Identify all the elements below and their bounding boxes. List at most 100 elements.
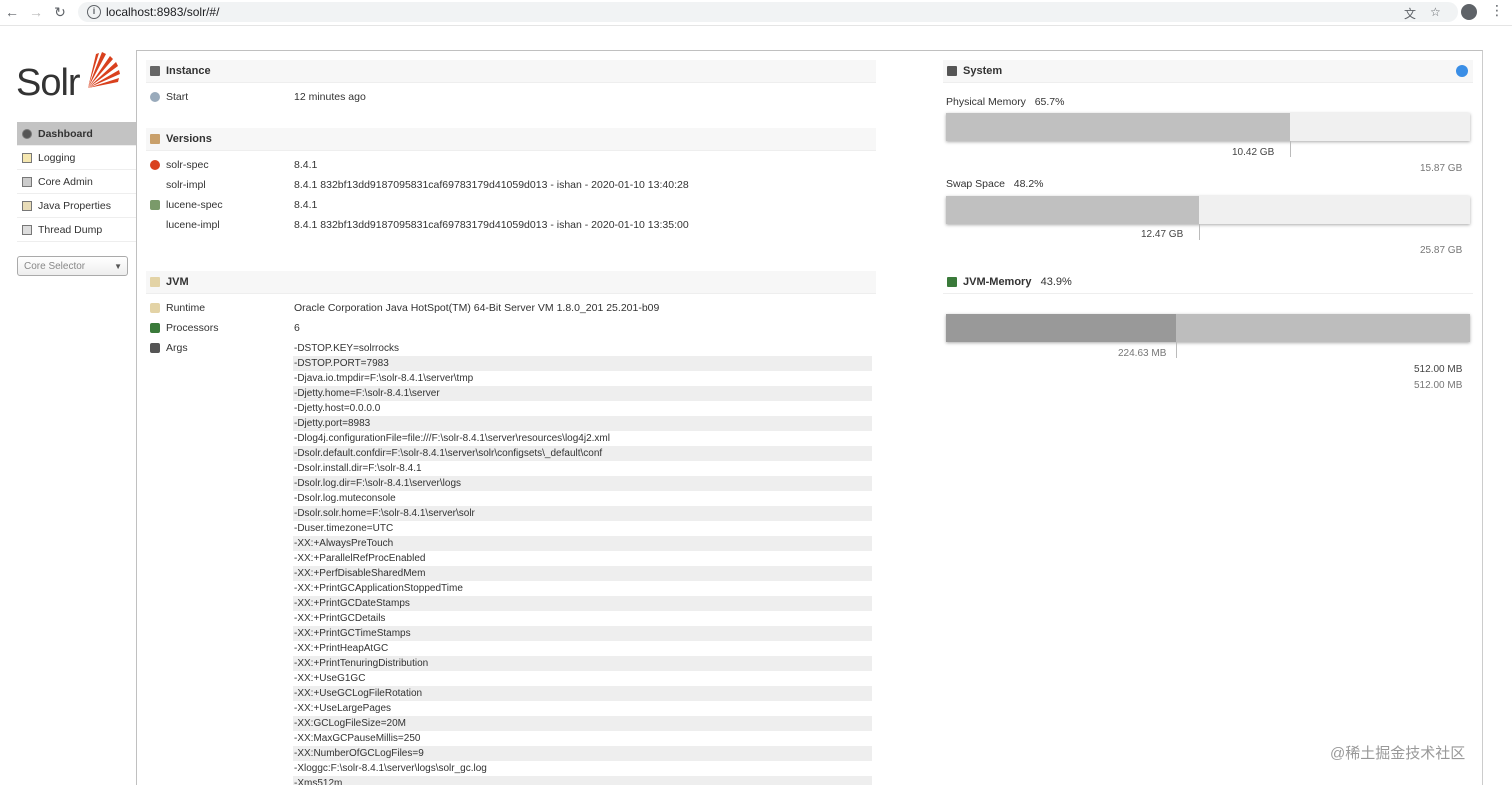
jvm-arg: -Djetty.port=8983 <box>293 416 872 431</box>
jvm-arg: -DSTOP.KEY=solrrocks <box>294 343 399 354</box>
jvm-arg: -Djava.io.tmpdir=F:\solr-8.4.1\server\tm… <box>294 373 474 384</box>
swap-space-used: 12.47 GB <box>1141 229 1184 240</box>
log-icon <box>22 152 32 163</box>
monitor-icon <box>947 66 957 76</box>
sidebar-nav: Dashboard Logging Core Admin Java Proper… <box>17 122 136 242</box>
jvm-arg: -Duser.timezone=UTC <box>294 523 394 534</box>
translate-icon[interactable]: 文 <box>1404 5 1416 22</box>
processor-icon <box>150 323 160 333</box>
swap-space-fill <box>946 196 1199 224</box>
jvm-memory-tick <box>1176 342 1177 358</box>
core-selector-dropdown[interactable]: Core Selector ▼ <box>17 256 128 276</box>
jvm-memory-title: JVM-Memory <box>963 276 1032 288</box>
versions-icon <box>150 134 160 144</box>
version-row: solr-spec 8.4.1 <box>150 157 870 173</box>
physical-memory-used: 10.42 GB <box>1232 147 1275 158</box>
jvm-memory-committed: 512.00 MB <box>1414 364 1463 375</box>
jvm-arg: -XX:MaxGCPauseMillis=250 <box>294 733 421 744</box>
jvm-memory-max: 512.00 MB <box>1414 380 1463 391</box>
system-title: System <box>963 65 1003 77</box>
jvm-memory-header: JVM-Memory 43.9% <box>943 271 1473 294</box>
logo-text: Solr <box>16 62 81 104</box>
jvm-arg: -Dsolr.solr.home=F:\solr-8.4.1\server\so… <box>293 506 872 521</box>
jvm-arg: -XX:+PrintGCDetails <box>294 613 386 624</box>
jvm-arg: -XX:NumberOfGCLogFiles=9 <box>293 746 872 761</box>
more-menu-icon[interactable]: ⋮ <box>1490 2 1504 19</box>
jvm-memory-bar <box>946 314 1470 342</box>
sidebar-item-thread-dump[interactable]: Thread Dump <box>17 218 136 242</box>
runtime-label: Runtime <box>166 302 206 314</box>
back-icon[interactable]: ← <box>4 4 20 20</box>
sidebar-item-label: Thread Dump <box>38 223 103 236</box>
info-icon[interactable]: i <box>87 5 101 19</box>
memory-icon <box>947 277 957 287</box>
sidebar-item-java-properties[interactable]: Java Properties <box>17 194 136 218</box>
version-key: lucene-spec <box>166 199 223 211</box>
address-bar[interactable]: i localhost:8983/solr/#/ 文 ☆ <box>78 2 1458 22</box>
physical-memory-fill <box>946 113 1290 141</box>
version-value: 8.4.1 832bf13dd9187095831caf69783179d410… <box>294 179 689 191</box>
lucene-icon <box>150 200 160 210</box>
jvm-arg: -Xms512m <box>293 776 872 785</box>
jvm-arg: -XX:+PrintGCApplicationStoppedTime <box>294 583 463 594</box>
physical-memory-total: 15.87 GB <box>1420 163 1463 174</box>
swap-space-title: Swap Space <box>946 178 1005 190</box>
version-key: lucene-impl <box>166 219 220 231</box>
start-label: Start <box>166 91 189 103</box>
jvm-memory-used-fill <box>946 314 1176 342</box>
sidebar-item-core-admin[interactable]: Core Admin <box>17 170 136 194</box>
jvm-arg: -XX:+PrintGCTimeStamps <box>293 626 872 641</box>
jvm-arg: -XX:+AlwaysPreTouch <box>293 536 872 551</box>
physical-memory-label: Physical Memory 65.7% <box>946 96 1064 108</box>
version-value: 8.4.1 832bf13dd9187095831caf69783179d410… <box>294 219 689 231</box>
refresh-icon[interactable] <box>1456 65 1468 77</box>
version-row: lucene-impl 8.4.1 832bf13dd9187095831caf… <box>150 217 870 233</box>
sun-icon <box>88 52 120 88</box>
java-cup-icon <box>150 303 160 313</box>
jvm-arg: -XX:+UseGCLogFileRotation <box>293 686 872 701</box>
sidebar-item-logging[interactable]: Logging <box>17 146 136 170</box>
jvm-arg: -Dsolr.log.dir=F:\solr-8.4.1\server\logs <box>293 476 872 491</box>
args-label: Args <box>166 342 188 354</box>
physical-memory-tick <box>1290 141 1291 157</box>
reload-icon[interactable]: ↻ <box>52 4 68 20</box>
profile-icon[interactable] <box>1461 4 1477 20</box>
jvm-arg: -Dsolr.install.dir=F:\solr-8.4.1 <box>294 463 422 474</box>
core-admin-icon <box>22 176 32 187</box>
jvm-processors-row: Processors 6 <box>150 320 870 336</box>
jvm-arg: -Xloggc:F:\solr-8.4.1\server\logs\solr_g… <box>294 763 487 774</box>
jvm-arg: -XX:+PerfDisableSharedMem <box>293 566 872 581</box>
jvm-args-list: -DSTOP.KEY=solrrocks -DSTOP.PORT=7983 -Dja… <box>293 341 872 785</box>
clock-icon <box>150 92 160 102</box>
jvm-arg: -XX:+UseLargePages <box>294 703 392 714</box>
java-icon <box>22 200 32 211</box>
blank-icon <box>150 180 160 190</box>
forward-icon[interactable]: → <box>28 4 44 20</box>
version-row: lucene-spec 8.4.1 <box>150 197 870 213</box>
processors-value: 6 <box>294 322 300 334</box>
swap-space-total: 25.87 GB <box>1420 245 1463 256</box>
core-selector-label: Core Selector <box>24 261 86 272</box>
version-key: solr-impl <box>166 179 206 191</box>
jvm-arg: -XX:+PrintTenuringDistribution <box>293 656 872 671</box>
star-icon[interactable]: ☆ <box>1430 5 1441 19</box>
jvm-memory-percent: 43.9% <box>1040 276 1072 288</box>
jvm-args-row: Args <box>150 340 290 356</box>
version-value: 8.4.1 <box>294 199 318 211</box>
jvm-icon <box>150 277 160 287</box>
url-text[interactable]: localhost:8983/solr/#/ <box>106 5 219 19</box>
sidebar-item-label: Java Properties <box>38 199 111 212</box>
jvm-arg: -DSTOP.PORT=7983 <box>293 356 872 371</box>
sidebar-item-label: Core Admin <box>38 175 93 188</box>
jvm-arg: -XX:+UseG1GC <box>294 673 366 684</box>
thread-dump-icon <box>22 224 32 235</box>
dashboard-icon <box>22 128 32 139</box>
versions-header: Versions <box>146 128 876 151</box>
version-key: solr-spec <box>166 159 209 171</box>
physical-memory-bar <box>946 113 1470 141</box>
swap-space-label: Swap Space 48.2% <box>946 178 1044 190</box>
solr-logo[interactable]: Solr <box>16 50 126 105</box>
instance-title: Instance <box>166 65 211 77</box>
versions-title: Versions <box>166 133 212 145</box>
sidebar-item-dashboard[interactable]: Dashboard <box>17 122 136 146</box>
